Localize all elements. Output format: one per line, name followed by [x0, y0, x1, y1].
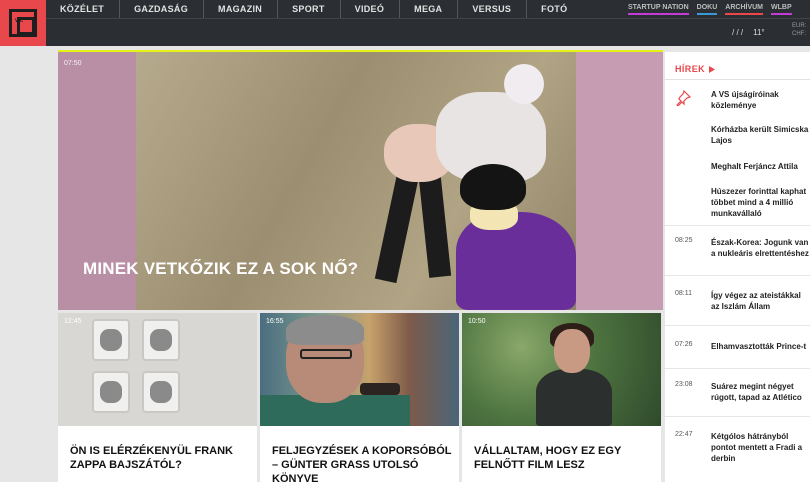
image-glasses [300, 349, 352, 359]
news-item[interactable]: 08:11 Így végez az ateistákkal az Iszlám… [665, 276, 810, 326]
card-image: 12:45 [58, 313, 257, 426]
news-time: 22:47 [675, 431, 693, 438]
image-pipe [360, 383, 400, 395]
temperature: 11° [753, 28, 765, 37]
image-body [536, 369, 612, 426]
news-sidebar: HÍREK A VS újságíróinak közleménye Kórhá… [665, 52, 810, 482]
main-article-time: 07:50 [64, 60, 82, 67]
news-text[interactable]: Kétgólos hátrányból pontot mentett a Fra… [711, 431, 810, 464]
subnav-archivum[interactable]: ARCHÍVUM [725, 3, 764, 15]
news-item[interactable]: 08:25 Észak-Korea: Jogunk van a nukleári… [665, 226, 810, 276]
news-item[interactable]: 23:08 Suárez megint négyet rúgott, tapad… [665, 369, 810, 417]
nav-item-video[interactable]: VIDEÓ [341, 0, 401, 18]
art-frame-inner [150, 329, 172, 351]
nav-item-foto[interactable]: FOTÓ [527, 0, 582, 18]
top-navigation-bar: vs. KÖZÉLET GAZDASÁG MAGAZIN SPORT VIDEÓ… [0, 0, 810, 46]
site-logo[interactable]: vs. [0, 0, 46, 46]
card-time: 10:50 [468, 318, 486, 325]
news-time: 07:26 [675, 341, 693, 348]
image-head [554, 329, 590, 373]
news-text[interactable]: Így végez az ateistákkal az Iszlám Állam [711, 290, 810, 312]
article-card-grass[interactable]: 16:55 FELJEGYZÉSEK A KOPORSÓBÓL – GÜNTER… [260, 313, 459, 482]
card-title[interactable]: ÖN IS ELÉRZÉKENYÜL FRANK ZAPPA BAJSZÁTÓL… [70, 444, 250, 472]
pinned-news-group [665, 52, 810, 226]
exchange-rates: EUR: CHF: [792, 22, 806, 38]
subnav-wlbp[interactable]: WLBP [771, 3, 792, 15]
subnav-doku[interactable]: DOKU [696, 3, 718, 15]
art-frame [92, 319, 130, 361]
news-text[interactable]: Suárez megint négyet rúgott, tapad az At… [711, 381, 810, 403]
rate-chf: CHF: [792, 31, 806, 37]
rain-icon: / / / [732, 28, 744, 37]
card-title[interactable]: FELJEGYZÉSEK A KOPORSÓBÓL – GÜNTER GRASS… [272, 444, 452, 482]
nav-item-gazdasag[interactable]: GAZDASÁG [120, 0, 205, 18]
news-text[interactable]: Észak-Korea: Jogunk van a nukleáris elre… [711, 237, 810, 259]
news-time: 08:11 [675, 290, 692, 297]
news-time: 08:25 [675, 237, 693, 244]
subnav-startup-nation[interactable]: STARTUP NATION [628, 3, 689, 15]
art-frame [142, 319, 180, 361]
main-nav: KÖZÉLET GAZDASÁG MAGAZIN SPORT VIDEÓ MEG… [46, 0, 582, 18]
nav-item-kozelet[interactable]: KÖZÉLET [46, 0, 121, 18]
weather-widget: / / / 11° [732, 28, 765, 37]
logo-text: vs. [15, 18, 24, 24]
nav-item-versus[interactable]: VERSUS [458, 0, 528, 18]
nav-item-mega[interactable]: MEGA [400, 0, 459, 18]
image-hair [286, 315, 364, 345]
nav-item-sport[interactable]: SPORT [278, 0, 341, 18]
card-time: 12:45 [64, 318, 82, 325]
figure-leg-right [418, 176, 452, 278]
art-frame [142, 371, 180, 413]
art-frame [92, 371, 130, 413]
art-frame-inner [150, 381, 172, 403]
figure-leg-left [374, 170, 420, 284]
art-frame-inner [100, 381, 122, 403]
image-pink-wall [576, 52, 663, 310]
figure2-coat [456, 212, 576, 310]
news-item[interactable]: 07:26 Elhamvasztották Prince-t [665, 326, 810, 369]
article-card-zappa[interactable]: 12:45 ÖN IS ELÉRZÉKENYÜL FRANK ZAPPA BAJ… [58, 313, 257, 482]
main-article-title[interactable]: MINEK VETKŐZIK EZ A SOK NŐ? [83, 259, 358, 279]
figure2-hat [460, 164, 526, 210]
nav-item-magazin[interactable]: MAGAZIN [204, 0, 279, 18]
secondary-nav: STARTUP NATION DOKU ARCHÍVUM WLBP [628, 0, 792, 18]
news-item[interactable]: 22:47 Kétgólos hátrányból pontot mentett… [665, 417, 810, 482]
card-title[interactable]: VÁLLALTAM, HOGY EZ EGY FELNŐTT FILM LESZ [474, 444, 654, 472]
news-time: 23:08 [675, 381, 693, 388]
article-card-film[interactable]: 10:50 VÁLLALTAM, HOGY EZ EGY FELNŐTT FIL… [462, 313, 661, 482]
card-image: 16:55 [260, 313, 459, 426]
card-image: 10:50 [462, 313, 661, 426]
figure-hair [504, 64, 544, 104]
card-time: 16:55 [266, 318, 284, 325]
nav-divider [46, 18, 810, 19]
main-article[interactable]: 07:50 MINEK VETKŐZIK EZ A SOK NŐ? [58, 52, 663, 310]
rate-eur: EUR: [792, 23, 807, 29]
art-frame-inner [100, 329, 122, 351]
news-text[interactable]: Elhamvasztották Prince-t [711, 341, 810, 352]
